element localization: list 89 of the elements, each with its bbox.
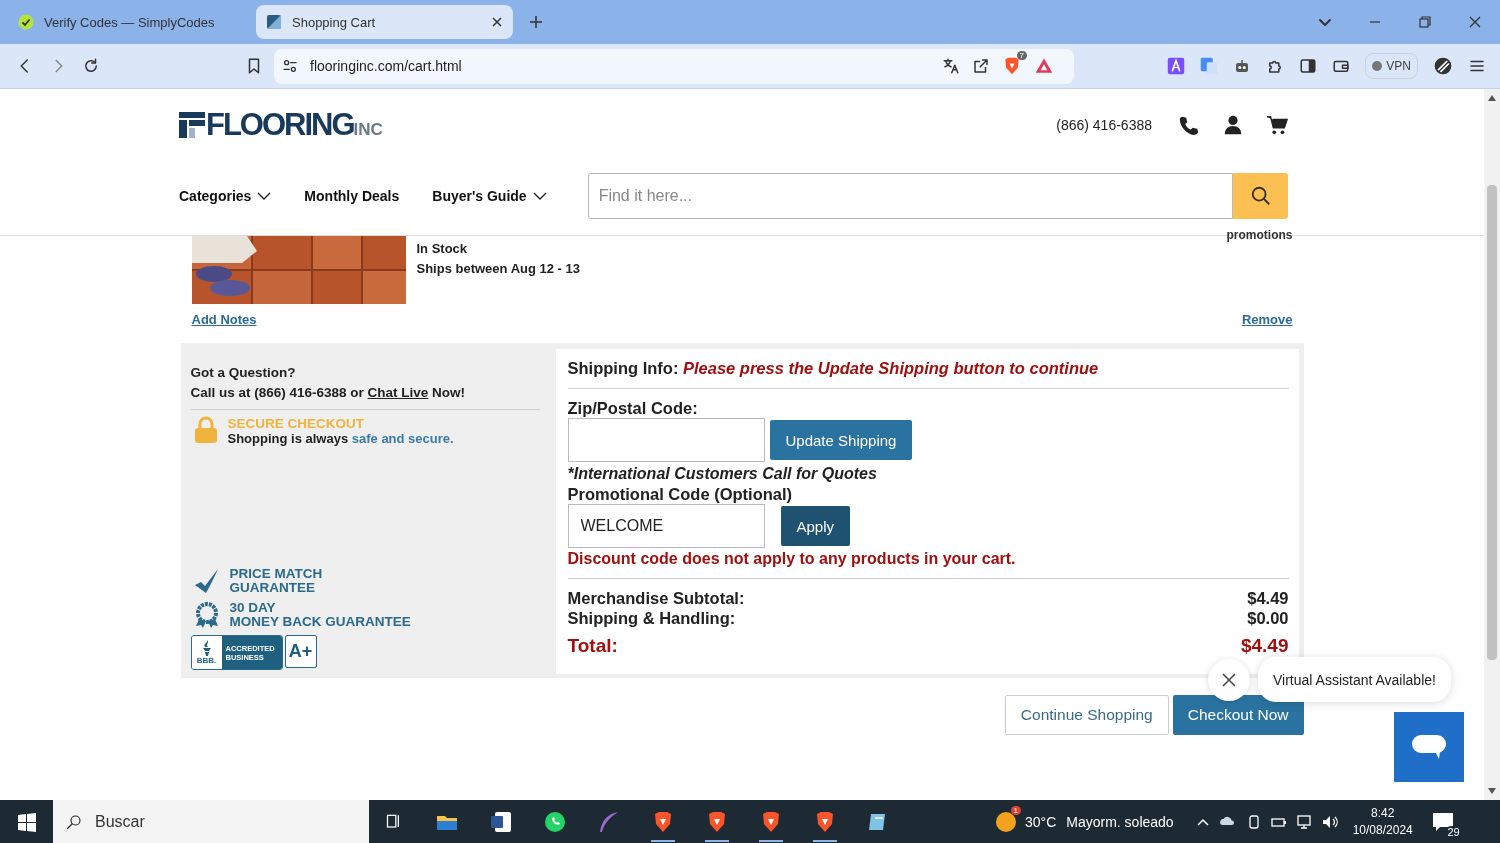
tab-title: Shopping Cart: [292, 14, 377, 30]
chevron-down-icon: [532, 191, 547, 201]
sun-icon: [995, 810, 1017, 833]
guarantee-text: 30 DAY MONEY BACK GUARANTEE: [229, 601, 411, 629]
secure-checkout-title: SECURE CHECKOUT: [227, 416, 365, 431]
padlock-icon: [193, 416, 218, 444]
chevron-down-icon: [257, 191, 272, 201]
amount: $4.49: [1240, 636, 1289, 656]
international-note: *International Customers Call for Quotes: [567, 464, 878, 484]
cart-icon[interactable]: [1266, 114, 1288, 136]
total-label: Shipping & Handling:: [567, 608, 736, 628]
sidebar-icon[interactable]: [1299, 57, 1318, 75]
count-badge: 7: [1016, 51, 1027, 60]
continue-shopping-button[interactable]: Continue Shopping: [1004, 695, 1169, 735]
promo-code-label: Promotional Code (Optional): [567, 484, 794, 504]
search-icon: [65, 812, 83, 831]
vpn-button[interactable]: VPN: [1365, 53, 1418, 79]
document-app-icon[interactable]: [489, 809, 513, 834]
close-icon: [1222, 673, 1236, 687]
check-circle-icon: [18, 14, 34, 30]
close-icon[interactable]: [491, 16, 503, 28]
checkout-button[interactable]: Checkout Now: [1172, 695, 1304, 735]
apply-button[interactable]: Apply: [780, 506, 851, 546]
chat-live-link[interactable]: Chat Live: [367, 385, 429, 400]
close-icon[interactable]: [1468, 15, 1482, 29]
address-bar[interactable]: flooringinc.com/cart.html 7: [274, 48, 1074, 84]
url-text: flooringinc.com/cart.html: [310, 58, 462, 74]
nav-link[interactable]: Monthly Deals: [304, 188, 400, 204]
phone-icon[interactable]: [1178, 114, 1200, 136]
total-label: Total:: [567, 636, 618, 656]
tab-title: Verify Codes — SimplyCodes: [44, 14, 216, 30]
status-dot-icon: [1372, 61, 1383, 71]
phone-link[interactable]: (866) 416-6388: [1056, 117, 1152, 133]
scroll-thumb[interactable]: [1487, 185, 1497, 660]
secure-checkout-text: Shopping is always safe and secure.: [227, 431, 454, 446]
scroll-down-icon[interactable]: [1488, 788, 1496, 794]
browser-tab[interactable]: Verify Codes — SimplyCodes: [8, 5, 248, 39]
logo-mark-icon: [179, 112, 205, 138]
logo[interactable]: FLOORINGINC: [206, 107, 383, 143]
add-notes-link[interactable]: Add Notes: [191, 312, 257, 327]
network-icon[interactable]: [1295, 813, 1312, 830]
guarantee-text: PRICE MATCH GUARANTEE: [229, 567, 323, 595]
chat-bubble-icon: [1411, 733, 1447, 761]
page-icon: [266, 14, 282, 30]
update-shipping-button[interactable]: Update Shipping: [769, 420, 913, 460]
notification-count: 29: [1445, 825, 1462, 838]
nav-link[interactable]: Categories: [179, 188, 272, 204]
promotions-note: promotions: [1226, 228, 1293, 242]
search-button[interactable]: [1233, 173, 1288, 219]
shipping-estimate: Ships between Aug 12 - 13: [416, 260, 580, 278]
remove-link[interactable]: Remove: [1241, 312, 1293, 327]
taskbar-search[interactable]: Buscar: [53, 800, 369, 843]
rosette-icon: [193, 601, 220, 629]
phone-chat-icon[interactable]: [543, 809, 567, 834]
promo-code-field[interactable]: WELCOME: [567, 504, 765, 548]
alert-badge: 1: [1010, 805, 1021, 815]
letter-a-icon[interactable]: [1167, 57, 1186, 75]
search-field[interactable]: Find it here...: [587, 173, 1233, 219]
assistant-message: Virtual Assistant Available!: [1258, 657, 1451, 702]
promo-error-message: Discount code does not apply to any products in your cart.: [567, 550, 1017, 568]
temperature: 30°C: [1025, 813, 1057, 830]
restore-icon[interactable]: [1418, 15, 1432, 29]
slash-logo-icon[interactable]: [1433, 56, 1453, 76]
zip-code-field[interactable]: [567, 418, 765, 462]
shipping-info-text: Shipping Info: Please press the Update Shipping button to continue: [567, 359, 1100, 378]
weather-text: Mayorm. soleado: [1066, 813, 1174, 830]
account-icon[interactable]: [1222, 114, 1244, 136]
new-tab-icon[interactable]: [529, 15, 543, 29]
checkmark-icon: [193, 568, 220, 594]
reload-icon[interactable]: [82, 57, 100, 75]
site-settings-icon[interactable]: [282, 58, 298, 74]
rating-badge: A+: [284, 635, 317, 668]
start-icon[interactable]: [17, 811, 37, 832]
scroll-up-icon[interactable]: [1488, 95, 1496, 101]
nav-link[interactable]: Buyer's Guide: [432, 188, 547, 204]
scrollbar[interactable]: [1484, 89, 1500, 800]
question-heading: Got a Question?: [190, 364, 297, 382]
share-icon[interactable]: [972, 57, 990, 75]
zip-label: Zip/Postal Code:: [567, 398, 699, 418]
triangle-icon[interactable]: [1034, 56, 1054, 76]
total-label: Merchandise Subtotal:: [567, 588, 745, 608]
clock[interactable]: 8:42 10/08/2024: [1352, 804, 1413, 839]
chat-button[interactable]: [1394, 712, 1464, 782]
browser-tab[interactable]: Shopping Cart: [256, 5, 513, 39]
stock-status: In Stock: [416, 240, 469, 258]
contact-text: Call us at (866) 416-6388 or Chat Live Now!: [190, 384, 467, 402]
search-icon: [1249, 185, 1272, 207]
amount: $4.49: [1247, 588, 1289, 608]
amount: $0.00: [1247, 608, 1289, 628]
